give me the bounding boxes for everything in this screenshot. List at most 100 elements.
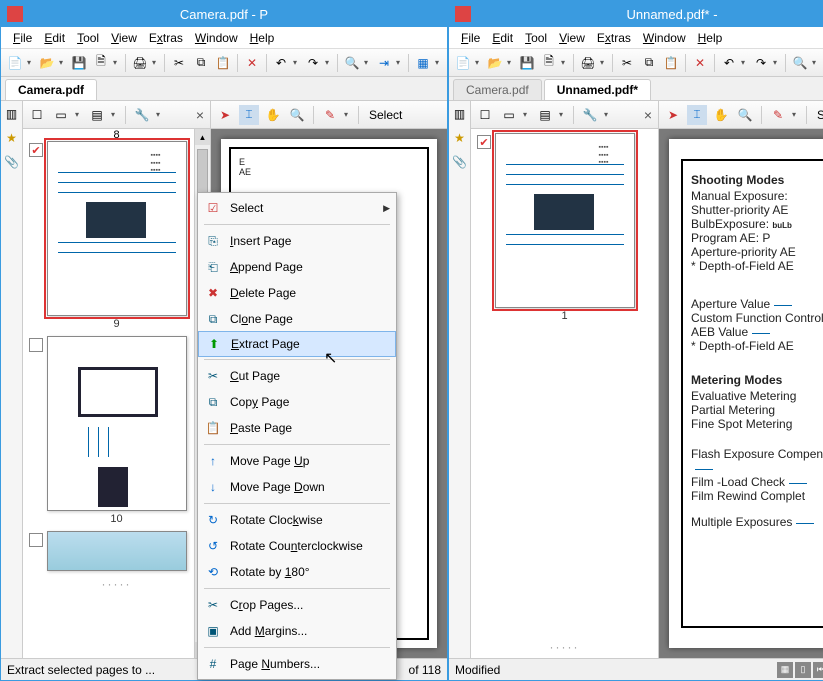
fields-icon[interactable]: ▦ [413,53,433,73]
ctx-page-numbers[interactable]: # Page Numbers... [198,651,396,677]
thumb-check-icon[interactable]: ☐ [27,105,47,125]
menu-edit[interactable]: Edit [38,29,71,47]
ctx-move-up[interactable]: ↑ Move Page Up [198,448,396,474]
cut-icon[interactable]: ✂ [617,53,637,73]
delete-icon[interactable]: ✕ [242,53,262,73]
saveas-icon[interactable]: 🗎 [91,53,111,73]
sidetab-bookmark-icon[interactable]: ★ [3,129,21,147]
thumb-page-icon[interactable]: ▭ [499,105,519,125]
menu-file[interactable]: File [7,29,38,47]
new-icon[interactable]: 📄 [5,53,25,73]
sidetab-thumbs-icon[interactable]: ▥ [451,105,469,123]
text-select-icon[interactable]: ⌶ [687,105,707,125]
menu-extras[interactable]: Extras [143,29,189,47]
thumb-1[interactable]: ▪▪▪▪▪▪▪▪▪▪▪▪ 1 [475,133,654,322]
thumb-checkbox[interactable] [29,338,43,352]
ctx-rotate-cw[interactable]: ↻ Rotate Clockwise [198,507,396,533]
thumb-view-icon[interactable]: ▤ [87,105,107,125]
pen-icon[interactable]: ✎ [320,105,340,125]
new-icon[interactable]: 📄 [453,53,473,73]
tab-unnamed[interactable]: Unnamed.pdf* [544,79,651,100]
tab-camera[interactable]: Camera.pdf [453,79,542,100]
menu-window[interactable]: Window [637,29,692,47]
undo-icon[interactable]: ↶ [271,53,291,73]
undo-icon[interactable]: ↶ [719,53,739,73]
copy-icon[interactable]: ⧉ [191,53,211,73]
sidetab-bookmark-icon[interactable]: ★ [451,129,469,147]
menu-tool[interactable]: Tool [519,29,553,47]
thumb-checkbox[interactable] [477,135,491,149]
menu-extras[interactable]: Extras [591,29,637,47]
thumb-check-icon[interactable]: ☐ [475,105,495,125]
redo-icon[interactable]: ↷ [303,53,323,73]
titlebar-right[interactable]: Unnamed.pdf* - [449,1,823,27]
hand-icon[interactable]: ✋ [711,105,731,125]
save-icon[interactable]: 💾 [69,53,89,73]
cut-icon[interactable]: ✂ [169,53,189,73]
thumb-view-icon[interactable]: ▤ [535,105,555,125]
menu-tool[interactable]: Tool [71,29,105,47]
sidetab-attach-icon[interactable]: 📎 [451,153,469,171]
ctx-copy-page[interactable]: ⧉ Copy Page [198,389,396,415]
menu-file[interactable]: File [455,29,486,47]
nav-first-icon[interactable]: ⏮ [813,662,823,678]
nav-thumbs-icon[interactable]: ▦ [777,662,793,678]
redo-icon[interactable]: ↷ [751,53,771,73]
ctx-crop-pages[interactable]: ✂ Crop Pages... [198,592,396,618]
tab-camera[interactable]: Camera.pdf [5,79,97,100]
saveas-icon[interactable]: 🗎 [539,53,559,73]
thumb-11[interactable] [27,531,206,571]
findnext-icon[interactable]: ⇥ [374,53,394,73]
select-tool-icon[interactable]: ➤ [215,105,235,125]
hand-icon[interactable]: ✋ [263,105,283,125]
ctx-delete-page[interactable]: ✖ Delete Page [198,280,396,306]
pen-icon[interactable]: ✎ [768,105,788,125]
delete-icon[interactable]: ✕ [690,53,710,73]
zoom-icon[interactable]: 🔍 [287,105,307,125]
sidetab-thumbs-icon[interactable]: ▥ [3,105,21,123]
thumb-checkbox[interactable] [29,533,43,547]
text-select-icon[interactable]: ⌶ [239,105,259,125]
select-tool-icon[interactable]: ➤ [663,105,683,125]
thumb-9[interactable]: ▪▪▪▪▪▪▪▪▪▪▪▪ 9 [27,141,206,330]
ctx-paste-page[interactable]: 📋 Paste Page [198,415,396,441]
thumb-page-icon[interactable]: ▭ [51,105,71,125]
copy-icon[interactable]: ⧉ [639,53,659,73]
menu-help[interactable]: Help [692,29,729,47]
ctx-cut-page[interactable]: ✂ Cut Page [198,363,396,389]
ctx-add-margins[interactable]: ▣ Add Margins... [198,618,396,644]
menu-view[interactable]: View [105,29,143,47]
menu-help[interactable]: Help [244,29,281,47]
find-icon[interactable]: 🔍 [342,53,362,73]
thumb-checkbox[interactable] [29,143,43,157]
menu-view[interactable]: View [553,29,591,47]
ctx-rotate-ccw[interactable]: ↺ Rotate Counterclockwise [198,533,396,559]
print-icon[interactable]: 🖨 [130,53,150,73]
zoom-icon[interactable]: 🔍 [735,105,755,125]
menu-edit[interactable]: Edit [486,29,519,47]
ctx-move-down[interactable]: ↓ Move Page Down [198,474,396,500]
ctx-append-page[interactable]: ⎗ Append Page [198,254,396,280]
print-icon[interactable]: 🖨 [578,53,598,73]
find-icon[interactable]: 🔍 [790,53,810,73]
open-icon[interactable]: 📂 [485,53,505,73]
ctx-select[interactable]: ☑ Select ▶ [198,195,396,221]
open-icon[interactable]: 📂 [37,53,57,73]
paste-icon[interactable]: 📋 [661,53,681,73]
ctx-rotate-180[interactable]: ⟲ Rotate by 180° [198,559,396,585]
titlebar-left[interactable]: Camera.pdf - P [1,1,447,27]
close-icon[interactable]: × [644,107,652,123]
ctx-clone-page[interactable]: ⧉ Clone Page [198,306,396,332]
pagearea-right[interactable]: Shooting Modes Manual Exposure: Shutter-… [659,129,823,658]
thumb-10[interactable]: 10 [27,336,206,525]
save-icon[interactable]: 💾 [517,53,537,73]
close-icon[interactable]: × [196,107,204,123]
sidetab-attach-icon[interactable]: 📎 [3,153,21,171]
paste-icon[interactable]: 📋 [213,53,233,73]
ctx-insert-page[interactable]: ⎘ Insert Page [198,228,396,254]
thumb-tool-icon[interactable]: 🔧 [132,105,152,125]
ctx-extract-page[interactable]: ⬆ Extract Page [198,331,396,357]
nav-single-icon[interactable]: ▯ [795,662,811,678]
menu-window[interactable]: Window [189,29,244,47]
thumb-tool-icon[interactable]: 🔧 [580,105,600,125]
